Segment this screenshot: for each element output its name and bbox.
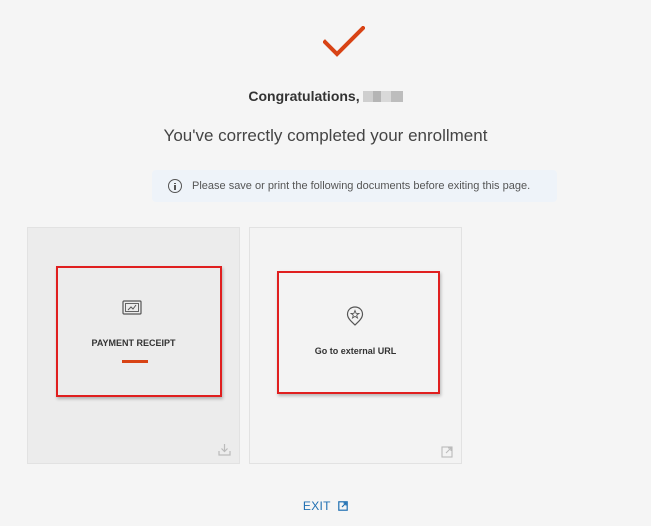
congratulations-heading: Congratulations,	[0, 88, 651, 104]
highlight-box-payment-receipt	[56, 266, 222, 397]
checkmark-icon	[323, 26, 365, 57]
redacted-user-name	[362, 91, 403, 102]
info-icon	[168, 179, 182, 193]
external-link-icon	[338, 501, 348, 511]
enrollment-subtitle: You've correctly completed your enrollme…	[163, 126, 488, 145]
download-icon[interactable]	[218, 443, 231, 456]
highlight-box-external-url	[277, 271, 440, 394]
exit-link[interactable]: EXIT	[0, 499, 651, 513]
external-link-icon[interactable]	[441, 446, 453, 458]
info-notice: Please save or print the following docum…	[152, 170, 557, 202]
notice-text: Please save or print the following docum…	[192, 180, 531, 192]
exit-label: EXIT	[302, 499, 331, 513]
